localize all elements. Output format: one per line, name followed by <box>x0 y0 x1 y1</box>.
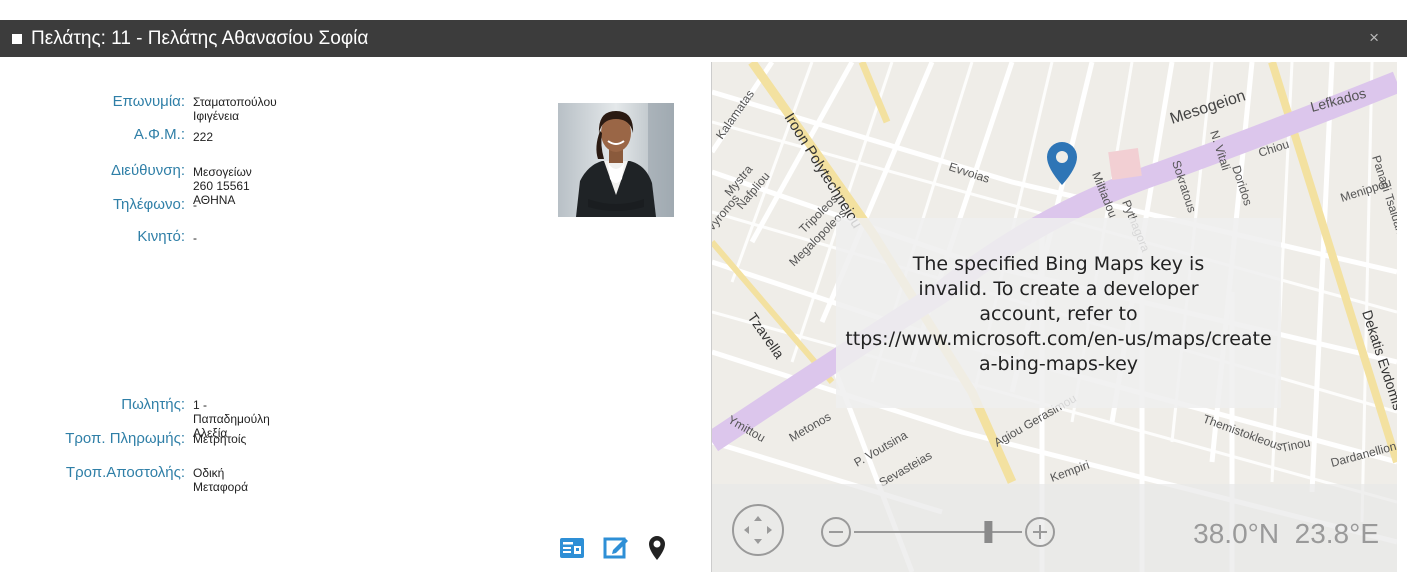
field-row-payment: Τροπ. Πληρωμής: <box>0 430 185 450</box>
field-row-vat: Α.Φ.Μ.: <box>0 126 185 146</box>
window-square-icon <box>12 34 22 44</box>
longitude: 23.8°E <box>1294 518 1379 549</box>
zoom-slider[interactable] <box>852 516 1024 553</box>
map-controls: 38.0°N 23.8°E <box>712 484 1397 572</box>
coordinates-readout: 38.0°N 23.8°E <box>1193 518 1379 550</box>
close-icon[interactable]: × <box>1369 28 1379 48</box>
map-pin-icon[interactable] <box>648 535 666 566</box>
field-label: Τροπ. Πληρωμής: <box>65 430 185 447</box>
field-row-salesperson: Πωλητής: <box>0 396 185 416</box>
field-label: Πωλητής: <box>121 396 185 413</box>
error-line: invalid. To create a developer <box>918 278 1199 300</box>
field-value-phone: - <box>193 198 197 212</box>
field-row-mobile: Κινητό: <box>0 228 185 248</box>
field-row-address: Διεύθυνση: <box>0 162 185 182</box>
error-line: ttps://www.microsoft.com/en-us/maps/crea… <box>845 328 1272 350</box>
field-row-name: Επωνυμία: <box>0 93 185 113</box>
field-row-shipping: Τροπ.Αποστολής: <box>0 464 185 484</box>
contact-card-icon[interactable] <box>559 537 585 564</box>
window-title: Πελάτης: 11 - Πελάτης Αθανασίου Σοφία <box>31 28 369 49</box>
field-label: Κινητό: <box>137 228 185 245</box>
field-value-name: Σταματοπούλου Ιφιγένεια <box>193 95 277 123</box>
field-value-mobile: - <box>193 231 197 245</box>
customer-photo <box>558 103 674 217</box>
error-line: account, refer to <box>979 303 1138 325</box>
field-label: Διεύθυνση: <box>110 162 185 179</box>
error-line: a-bing-maps-key <box>978 353 1139 375</box>
field-value-address: Μεσογείων 260 15561 ΑΘΗΝΑ <box>193 165 252 207</box>
map-view[interactable]: Lefkados Mesogeion Iroon Polytechneiou K… <box>711 62 1397 572</box>
pan-control-icon[interactable] <box>730 502 786 563</box>
field-row-phone: Τηλέφωνο: <box>0 196 185 216</box>
map-error-overlay: The specified Bing Maps key is invalid. … <box>836 218 1281 408</box>
field-label: Τηλέφωνο: <box>112 196 185 213</box>
field-label: Επωνυμία: <box>112 93 185 110</box>
field-value-shipping: Οδική Μεταφορά <box>193 466 249 494</box>
latitude: 38.0°N <box>1193 518 1280 549</box>
zoom-out-icon[interactable] <box>820 516 852 553</box>
zoom-in-icon[interactable] <box>1024 516 1056 553</box>
edit-icon[interactable] <box>603 535 629 564</box>
window-titlebar: Πελάτης: 11 - Πελάτης Αθανασίου Σοφία × <box>0 20 1407 57</box>
zoom-slider-thumb <box>984 521 993 543</box>
field-label: Τροπ.Αποστολής: <box>65 464 185 481</box>
field-value-payment: Μετρητοίς <box>193 432 247 446</box>
field-value-vat: 222 <box>193 130 214 144</box>
field-label: Α.Φ.Μ.: <box>133 126 185 143</box>
error-line: The specified Bing Maps key is <box>912 253 1205 275</box>
map-error-message: The specified Bing Maps key is invalid. … <box>836 252 1281 377</box>
